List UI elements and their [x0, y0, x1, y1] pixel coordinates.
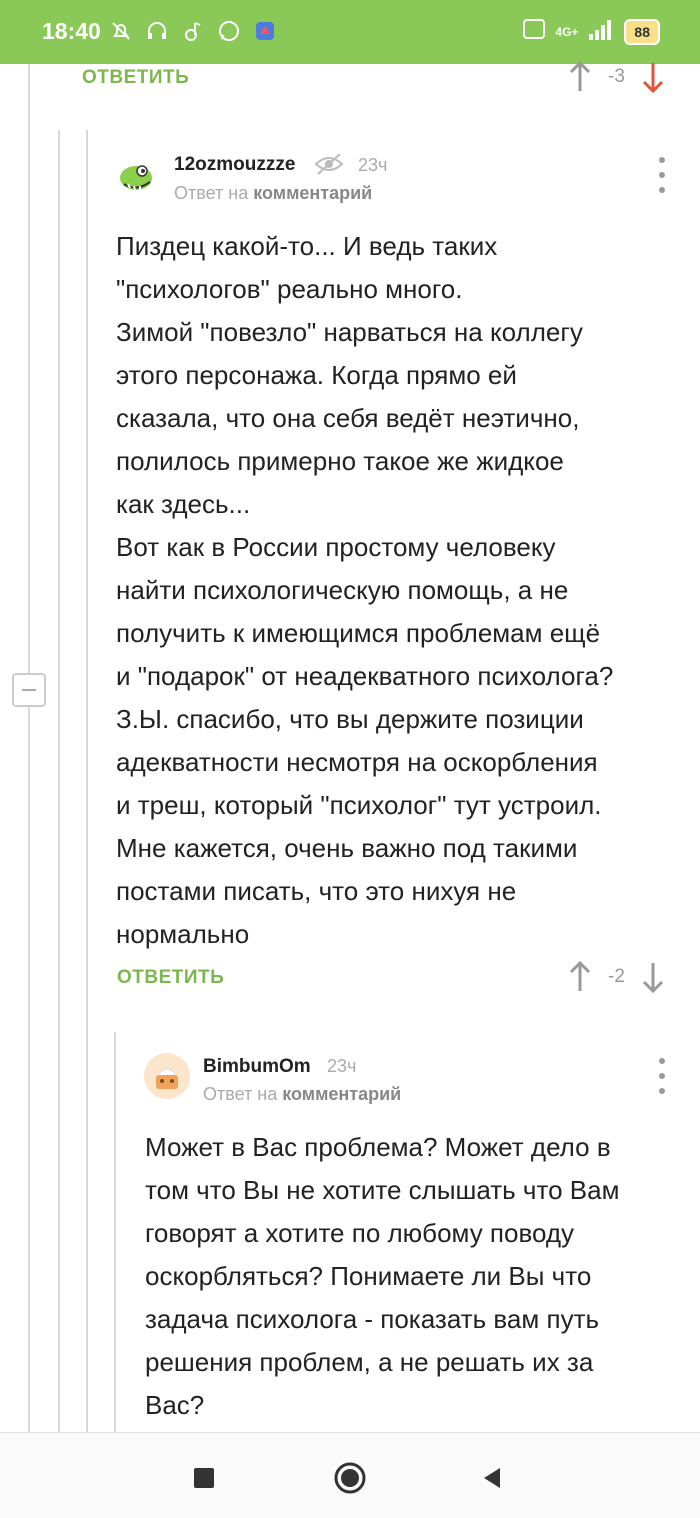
app-icon [252, 18, 278, 44]
reply-button[interactable]: ОТВЕТИТЬ [82, 67, 189, 89]
thread-line-level4 [114, 1032, 116, 1432]
comment-actions: ОТВЕТИТЬ [117, 958, 224, 998]
system-nav-bar [0, 1432, 700, 1518]
top-comment-actions: ОТВЕТИТЬ [82, 58, 189, 98]
back-button[interactable] [474, 1460, 510, 1496]
thread-line-level2 [58, 130, 60, 1432]
hidden-eye-icon [314, 152, 344, 181]
status-bar: 18:40 4G+ 88 [0, 0, 700, 64]
top-comment-vote: -3 [566, 60, 667, 94]
collapse-thread-button[interactable] [12, 673, 46, 707]
reply-to-prefix: Ответ на [203, 1084, 278, 1104]
signal-icon [588, 18, 614, 45]
reply-to-prefix: Ответ на [174, 183, 249, 203]
comment-menu-icon[interactable] [652, 1058, 672, 1094]
reply-to-link[interactable]: комментарий [282, 1084, 401, 1104]
comment-menu-icon[interactable] [652, 157, 672, 193]
downvote-arrow-icon[interactable] [639, 60, 667, 94]
recent-apps-button[interactable] [186, 1460, 222, 1496]
reply-to-link[interactable]: комментарий [253, 183, 372, 203]
status-time: 18:40 [42, 18, 101, 44]
thread-line-level3 [86, 130, 88, 1432]
status-notification-icons [108, 18, 278, 44]
battery-indicator: 88 [624, 18, 660, 45]
avatar[interactable] [114, 154, 160, 200]
comment-time: 23ч [358, 155, 388, 175]
comment-time: 23ч [327, 1056, 357, 1076]
comment-score: -3 [608, 66, 625, 87]
status-system-icons: 4G+ 88 [523, 18, 660, 45]
comment-text: Пиздец какой-то... И ведь таких "психоло… [116, 231, 614, 949]
comment-vote: -2 [566, 960, 667, 994]
network-type: 4G+ [555, 24, 579, 39]
thread-line-level1 [28, 64, 30, 1432]
comment-score: -2 [608, 966, 625, 987]
volte-icon [523, 18, 546, 45]
music-icon [180, 18, 206, 44]
comment-text: Может в Вас проблема? Может дело в том ч… [145, 1132, 620, 1420]
reply-to-line: Ответ на комментарий [203, 1084, 401, 1105]
upvote-arrow-icon[interactable] [566, 60, 594, 94]
alarm-off-icon [108, 18, 134, 44]
upvote-arrow-icon[interactable] [566, 960, 594, 994]
downvote-arrow-icon[interactable] [639, 960, 667, 994]
avatar[interactable] [144, 1053, 190, 1099]
headphones-icon [144, 18, 170, 44]
reply-to-line: Ответ на комментарий [174, 183, 372, 204]
reply-button[interactable]: ОТВЕТИТЬ [117, 967, 224, 989]
whatsapp-icon [216, 18, 242, 44]
comment-author[interactable]: BimbumOm [203, 1056, 311, 1078]
comment-author[interactable]: 12ozmouzzze [174, 154, 295, 176]
home-button[interactable] [332, 1460, 368, 1496]
